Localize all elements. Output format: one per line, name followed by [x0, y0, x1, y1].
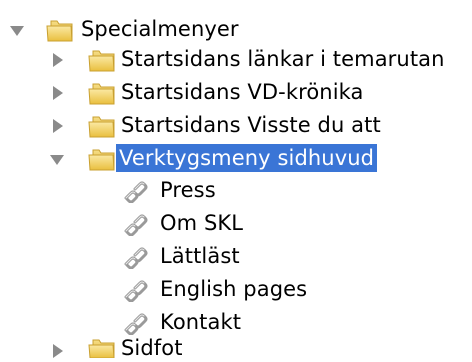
- tree-link-label-kontakt[interactable]: Kontakt: [157, 308, 244, 336]
- disclosure-collapsed-icon[interactable]: [52, 119, 64, 133]
- disclosure-expanded-icon[interactable]: [50, 154, 64, 166]
- tree-item-label-verktygsmeny-sidhuvud[interactable]: Verktygsmeny sidhuvud: [116, 144, 378, 172]
- tree-link-label-om-skl[interactable]: Om SKL: [157, 209, 246, 237]
- link-icon: [124, 313, 148, 335]
- disclosure-collapsed-icon[interactable]: [52, 344, 64, 358]
- link-icon: [124, 181, 148, 203]
- folder-icon: [88, 83, 115, 105]
- link-icon: [124, 247, 148, 269]
- link-icon: [124, 280, 148, 302]
- folder-icon: [88, 116, 115, 138]
- folder-icon: [46, 20, 73, 42]
- tree-item-label-startsidans-lankar[interactable]: Startsidans länkar i temarutan: [118, 45, 448, 73]
- folder-icon: [88, 339, 115, 358]
- disclosure-collapsed-icon[interactable]: [52, 53, 64, 67]
- tree-item-label-specialmenyer[interactable]: Specialmenyer: [78, 15, 242, 43]
- folder-icon: [88, 50, 115, 72]
- folder-icon: [88, 149, 115, 171]
- tree-link-label-lattlast[interactable]: Lättläst: [157, 242, 243, 270]
- tree-link-label-english-pages[interactable]: English pages: [157, 275, 310, 303]
- site-tree: Specialmenyer Startsidans länkar i temar…: [0, 0, 472, 360]
- tree-item-label-startsidans-vd-kronika[interactable]: Startsidans VD-krönika: [118, 78, 367, 106]
- disclosure-collapsed-icon[interactable]: [52, 86, 64, 100]
- tree-link-label-press[interactable]: Press: [157, 176, 219, 204]
- disclosure-expanded-icon[interactable]: [10, 25, 24, 37]
- link-icon: [124, 214, 148, 236]
- tree-item-label-startsidans-visste-du-att[interactable]: Startsidans Visste du att: [118, 111, 384, 139]
